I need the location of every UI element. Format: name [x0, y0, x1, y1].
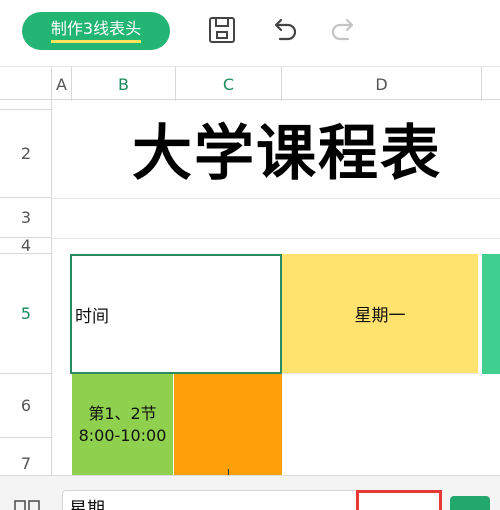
save-icon[interactable] [206, 14, 238, 46]
row-header-1[interactable] [0, 100, 52, 110]
cell-time-text: 时间 [75, 306, 109, 327]
grid-line [52, 238, 500, 239]
confirm-button[interactable] [450, 496, 490, 510]
redo-icon[interactable] [328, 14, 360, 46]
row-header-3[interactable]: 3 [0, 198, 52, 238]
row-header-5[interactable]: 5 [0, 254, 52, 374]
column-header-a[interactable]: A [52, 67, 72, 101]
row-header-6[interactable]: 6 [0, 374, 52, 438]
cell-style-icon[interactable] [14, 500, 44, 510]
row-header-bar: 2 3 4 5 6 7 [0, 100, 52, 490]
cell-orange[interactable] [174, 374, 282, 475]
sheet-grid[interactable]: 大学课程表 时间 星期一 第1、2节 8:00-10:00 [52, 100, 500, 475]
cell-period-line2: 8:00-10:00 [78, 425, 167, 445]
edit-bar: 星期 [0, 475, 500, 510]
column-header-bar: A B C D [0, 66, 500, 101]
column-header-b[interactable]: B [72, 67, 176, 101]
cell-monday[interactable]: 星期一 [282, 254, 478, 374]
column-header-d[interactable]: D [282, 67, 482, 101]
cell-time[interactable]: 时间 [70, 254, 282, 374]
cell-edit-input-value: 星期 [69, 499, 105, 510]
spreadsheet-app: 制作3线表头 A B C D 2 3 4 5 6 7 大学课程表 时间 星期一 … [0, 0, 500, 510]
make-3line-header-button[interactable]: 制作3线表头 [22, 12, 170, 50]
row-header-2[interactable]: 2 [0, 110, 52, 198]
grid-line [52, 198, 500, 199]
cell-period[interactable]: 第1、2节 8:00-10:00 [72, 374, 173, 475]
cell-period-line1: 第1、2节 [88, 403, 157, 423]
cell-next-day[interactable] [482, 254, 500, 374]
column-header-c[interactable]: C [176, 67, 282, 101]
highlight-box [356, 490, 442, 510]
make-3line-header-label: 制作3线表头 [50, 19, 142, 43]
sheet-title[interactable]: 大学课程表 [132, 118, 442, 190]
cell-monday-text: 星期一 [354, 306, 406, 326]
undo-icon[interactable] [268, 14, 300, 46]
toolbar: 制作3线表头 [0, 0, 500, 66]
corner-cell[interactable] [0, 67, 52, 101]
row-header-4[interactable]: 4 [0, 236, 52, 255]
